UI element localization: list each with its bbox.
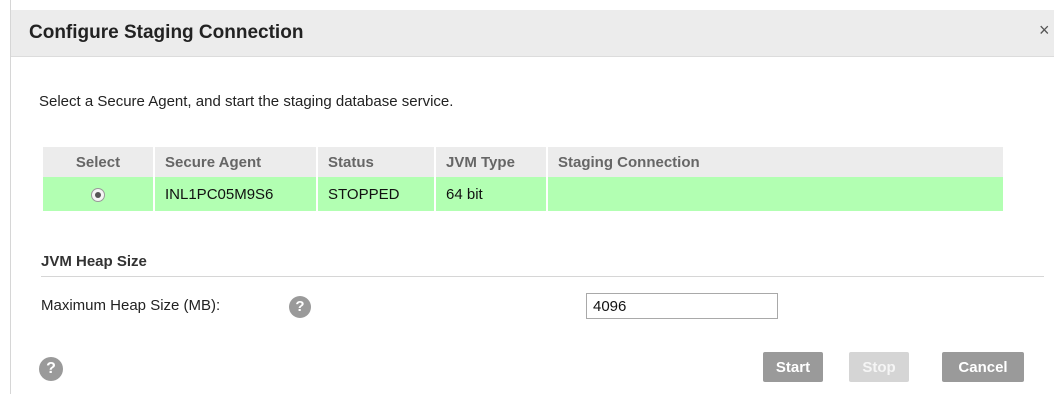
help-icon[interactable]: ? (289, 296, 311, 318)
start-button[interactable]: Start (763, 352, 823, 382)
help-icon[interactable]: ? (39, 357, 63, 381)
instruction-text: Select a Secure Agent, and start the sta… (39, 93, 454, 110)
cancel-button[interactable]: Cancel (942, 352, 1024, 382)
column-header-staging-connection: Staging Connection (548, 147, 1003, 177)
secure-agent-cell: INL1PC05M9S6 (155, 177, 316, 211)
dialog-title: Configure Staging Connection (29, 22, 304, 43)
dialog-header: Configure Staging Connection × (11, 10, 1054, 57)
table-header-row: Select Secure Agent Status JVM Type Stag… (43, 147, 1003, 177)
jvm-heap-section-title: JVM Heap Size (41, 253, 147, 270)
column-header-jvm-type: JVM Type (436, 147, 546, 177)
jvm-type-cell: 64 bit (436, 177, 546, 211)
status-cell: STOPPED (318, 177, 434, 211)
section-divider (41, 276, 1044, 277)
configure-staging-dialog: Configure Staging Connection × Select a … (10, 0, 1054, 394)
stop-button[interactable]: Stop (849, 352, 909, 382)
column-header-status: Status (318, 147, 434, 177)
close-icon[interactable]: × (1039, 21, 1050, 39)
radio-selected-icon[interactable] (91, 187, 105, 202)
column-header-secure-agent: Secure Agent (155, 147, 316, 177)
secure-agent-table: Select Secure Agent Status JVM Type Stag… (41, 147, 1005, 211)
table-row[interactable]: INL1PC05M9S6 STOPPED 64 bit (43, 177, 1003, 211)
max-heap-size-label: Maximum Heap Size (MB): (41, 297, 221, 314)
column-header-select: Select (43, 147, 153, 177)
max-heap-size-input[interactable] (586, 293, 778, 319)
staging-connection-cell (548, 177, 1003, 211)
select-cell[interactable] (43, 177, 153, 211)
